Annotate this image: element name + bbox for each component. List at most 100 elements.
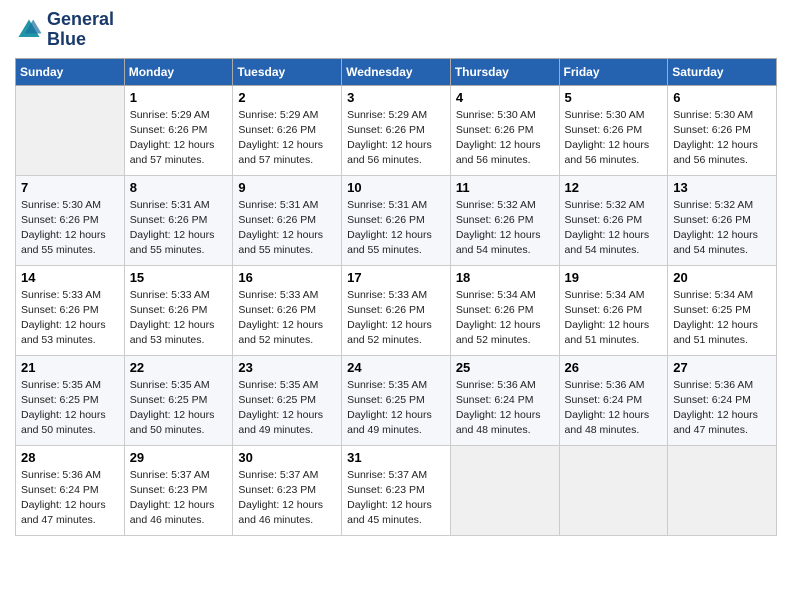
day-number: 10 — [347, 180, 445, 195]
day-number: 15 — [130, 270, 228, 285]
day-number: 1 — [130, 90, 228, 105]
calendar-cell: 14 Sunrise: 5:33 AM Sunset: 6:26 PM Dayli… — [16, 265, 125, 355]
calendar-cell: 9Sunrise: 5:31 AM Sunset: 6:26 PM Daylig… — [233, 175, 342, 265]
calendar-week-row: 1 Sunrise: 5:29 AM Sunset: 6:26 PM Daylig… — [16, 85, 777, 175]
logo-text: General Blue — [47, 10, 114, 50]
day-number: 14 — [21, 270, 119, 285]
day-info: Sunrise: 5:30 AM Sunset: 6:26 PM Dayligh… — [456, 108, 554, 169]
day-info: Sunrise: 5:32 AM Sunset: 6:26 PM Dayligh… — [456, 198, 554, 259]
day-info: Sunrise: 5:36 AM Sunset: 6:24 PM Dayligh… — [21, 468, 119, 529]
day-number: 26 — [565, 360, 663, 375]
day-info: Sunrise: 5:35 AM Sunset: 6:25 PM Dayligh… — [21, 378, 119, 439]
day-number: 28 — [21, 450, 119, 465]
calendar-week-row: 14 Sunrise: 5:33 AM Sunset: 6:26 PM Dayli… — [16, 265, 777, 355]
calendar-week-row: 7 Sunrise: 5:30 AM Sunset: 6:26 PM Daylig… — [16, 175, 777, 265]
day-number: 25 — [456, 360, 554, 375]
day-info: Sunrise: 5:31 AM Sunset: 6:26 PM Dayligh… — [238, 198, 336, 259]
header-friday: Friday — [559, 58, 668, 85]
day-number: 24 — [347, 360, 445, 375]
calendar-cell: 6 Sunrise: 5:30 AM Sunset: 6:26 PM Daylig… — [668, 85, 777, 175]
calendar-cell: 17 Sunrise: 5:33 AM Sunset: 6:26 PM Dayli… — [342, 265, 451, 355]
calendar-cell: 15 Sunrise: 5:33 AM Sunset: 6:26 PM Dayli… — [124, 265, 233, 355]
calendar-cell — [16, 85, 125, 175]
day-info: Sunrise: 5:32 AM Sunset: 6:26 PM Dayligh… — [673, 198, 771, 259]
day-info: Sunrise: 5:34 AM Sunset: 6:25 PM Dayligh… — [673, 288, 771, 349]
calendar-cell: 29 Sunrise: 5:37 AM Sunset: 6:23 PM Dayli… — [124, 445, 233, 535]
day-number: 11 — [456, 180, 554, 195]
day-info: Sunrise: 5:30 AM Sunset: 6:26 PM Dayligh… — [21, 198, 119, 259]
calendar-cell: 19Sunrise: 5:34 AM Sunset: 6:26 PM Dayli… — [559, 265, 668, 355]
calendar-cell: 30 Sunrise: 5:37 AM Sunset: 6:23 PM Dayli… — [233, 445, 342, 535]
day-number: 23 — [238, 360, 336, 375]
day-number: 8 — [130, 180, 228, 195]
calendar-cell: 22 Sunrise: 5:35 AM Sunset: 6:25 PM Dayli… — [124, 355, 233, 445]
calendar-cell: 1 Sunrise: 5:29 AM Sunset: 6:26 PM Daylig… — [124, 85, 233, 175]
day-info: Sunrise: 5:37 AM Sunset: 6:23 PM Dayligh… — [130, 468, 228, 529]
calendar-cell: 13 Sunrise: 5:32 AM Sunset: 6:26 PM Dayli… — [668, 175, 777, 265]
day-info: Sunrise: 5:37 AM Sunset: 6:23 PM Dayligh… — [238, 468, 336, 529]
day-info: Sunrise: 5:35 AM Sunset: 6:25 PM Dayligh… — [347, 378, 445, 439]
header-wednesday: Wednesday — [342, 58, 451, 85]
calendar-cell: 16 Sunrise: 5:33 AM Sunset: 6:26 PM Dayli… — [233, 265, 342, 355]
day-number: 29 — [130, 450, 228, 465]
day-number: 7 — [21, 180, 119, 195]
day-info: Sunrise: 5:29 AM Sunset: 6:26 PM Dayligh… — [130, 108, 228, 169]
day-number: 20 — [673, 270, 771, 285]
day-info: Sunrise: 5:31 AM Sunset: 6:26 PM Dayligh… — [347, 198, 445, 259]
day-number: 21 — [21, 360, 119, 375]
calendar-cell: 11 Sunrise: 5:32 AM Sunset: 6:26 PM Dayli… — [450, 175, 559, 265]
day-number: 3 — [347, 90, 445, 105]
calendar-header-row: SundayMondayTuesdayWednesdayThursdayFrid… — [16, 58, 777, 85]
calendar-cell: 21 Sunrise: 5:35 AM Sunset: 6:25 PM Dayli… — [16, 355, 125, 445]
header-sunday: Sunday — [16, 58, 125, 85]
calendar-cell — [450, 445, 559, 535]
header-monday: Monday — [124, 58, 233, 85]
day-number: 6 — [673, 90, 771, 105]
calendar-cell: 25 Sunrise: 5:36 AM Sunset: 6:24 PM Dayli… — [450, 355, 559, 445]
calendar-cell: 23Sunrise: 5:35 AM Sunset: 6:25 PM Dayli… — [233, 355, 342, 445]
calendar-cell: 3 Sunrise: 5:29 AM Sunset: 6:26 PM Daylig… — [342, 85, 451, 175]
day-number: 31 — [347, 450, 445, 465]
logo: General Blue — [15, 10, 114, 50]
calendar-cell: 12 Sunrise: 5:32 AM Sunset: 6:26 PM Dayli… — [559, 175, 668, 265]
calendar-cell: 10 Sunrise: 5:31 AM Sunset: 6:26 PM Dayli… — [342, 175, 451, 265]
calendar-cell — [559, 445, 668, 535]
header-saturday: Saturday — [668, 58, 777, 85]
page-header: General Blue — [15, 10, 777, 50]
day-info: Sunrise: 5:36 AM Sunset: 6:24 PM Dayligh… — [565, 378, 663, 439]
day-info: Sunrise: 5:33 AM Sunset: 6:26 PM Dayligh… — [238, 288, 336, 349]
day-number: 18 — [456, 270, 554, 285]
day-info: Sunrise: 5:31 AM Sunset: 6:26 PM Dayligh… — [130, 198, 228, 259]
calendar-cell: 8 Sunrise: 5:31 AM Sunset: 6:26 PM Daylig… — [124, 175, 233, 265]
day-info: Sunrise: 5:29 AM Sunset: 6:26 PM Dayligh… — [347, 108, 445, 169]
calendar-table: SundayMondayTuesdayWednesdayThursdayFrid… — [15, 58, 777, 536]
day-info: Sunrise: 5:33 AM Sunset: 6:26 PM Dayligh… — [347, 288, 445, 349]
day-number: 16 — [238, 270, 336, 285]
day-info: Sunrise: 5:30 AM Sunset: 6:26 PM Dayligh… — [673, 108, 771, 169]
day-number: 27 — [673, 360, 771, 375]
calendar-cell: 26 Sunrise: 5:36 AM Sunset: 6:24 PM Dayli… — [559, 355, 668, 445]
day-number: 30 — [238, 450, 336, 465]
calendar-cell: 4 Sunrise: 5:30 AM Sunset: 6:26 PM Daylig… — [450, 85, 559, 175]
day-info: Sunrise: 5:35 AM Sunset: 6:25 PM Dayligh… — [130, 378, 228, 439]
calendar-cell: 2Sunrise: 5:29 AM Sunset: 6:26 PM Daylig… — [233, 85, 342, 175]
day-info: Sunrise: 5:33 AM Sunset: 6:26 PM Dayligh… — [130, 288, 228, 349]
calendar-cell: 5Sunrise: 5:30 AM Sunset: 6:26 PM Daylig… — [559, 85, 668, 175]
day-info: Sunrise: 5:32 AM Sunset: 6:26 PM Dayligh… — [565, 198, 663, 259]
day-number: 22 — [130, 360, 228, 375]
header-tuesday: Tuesday — [233, 58, 342, 85]
day-number: 4 — [456, 90, 554, 105]
day-info: Sunrise: 5:29 AM Sunset: 6:26 PM Dayligh… — [238, 108, 336, 169]
calendar-cell: 18Sunrise: 5:34 AM Sunset: 6:26 PM Dayli… — [450, 265, 559, 355]
day-number: 12 — [565, 180, 663, 195]
calendar-cell: 27Sunrise: 5:36 AM Sunset: 6:24 PM Dayli… — [668, 355, 777, 445]
day-info: Sunrise: 5:33 AM Sunset: 6:26 PM Dayligh… — [21, 288, 119, 349]
day-info: Sunrise: 5:34 AM Sunset: 6:26 PM Dayligh… — [565, 288, 663, 349]
calendar-week-row: 28 Sunrise: 5:36 AM Sunset: 6:24 PM Dayli… — [16, 445, 777, 535]
day-number: 17 — [347, 270, 445, 285]
calendar-cell: 7 Sunrise: 5:30 AM Sunset: 6:26 PM Daylig… — [16, 175, 125, 265]
calendar-cell — [668, 445, 777, 535]
day-number: 13 — [673, 180, 771, 195]
calendar-cell: 28 Sunrise: 5:36 AM Sunset: 6:24 PM Dayli… — [16, 445, 125, 535]
day-info: Sunrise: 5:36 AM Sunset: 6:24 PM Dayligh… — [456, 378, 554, 439]
